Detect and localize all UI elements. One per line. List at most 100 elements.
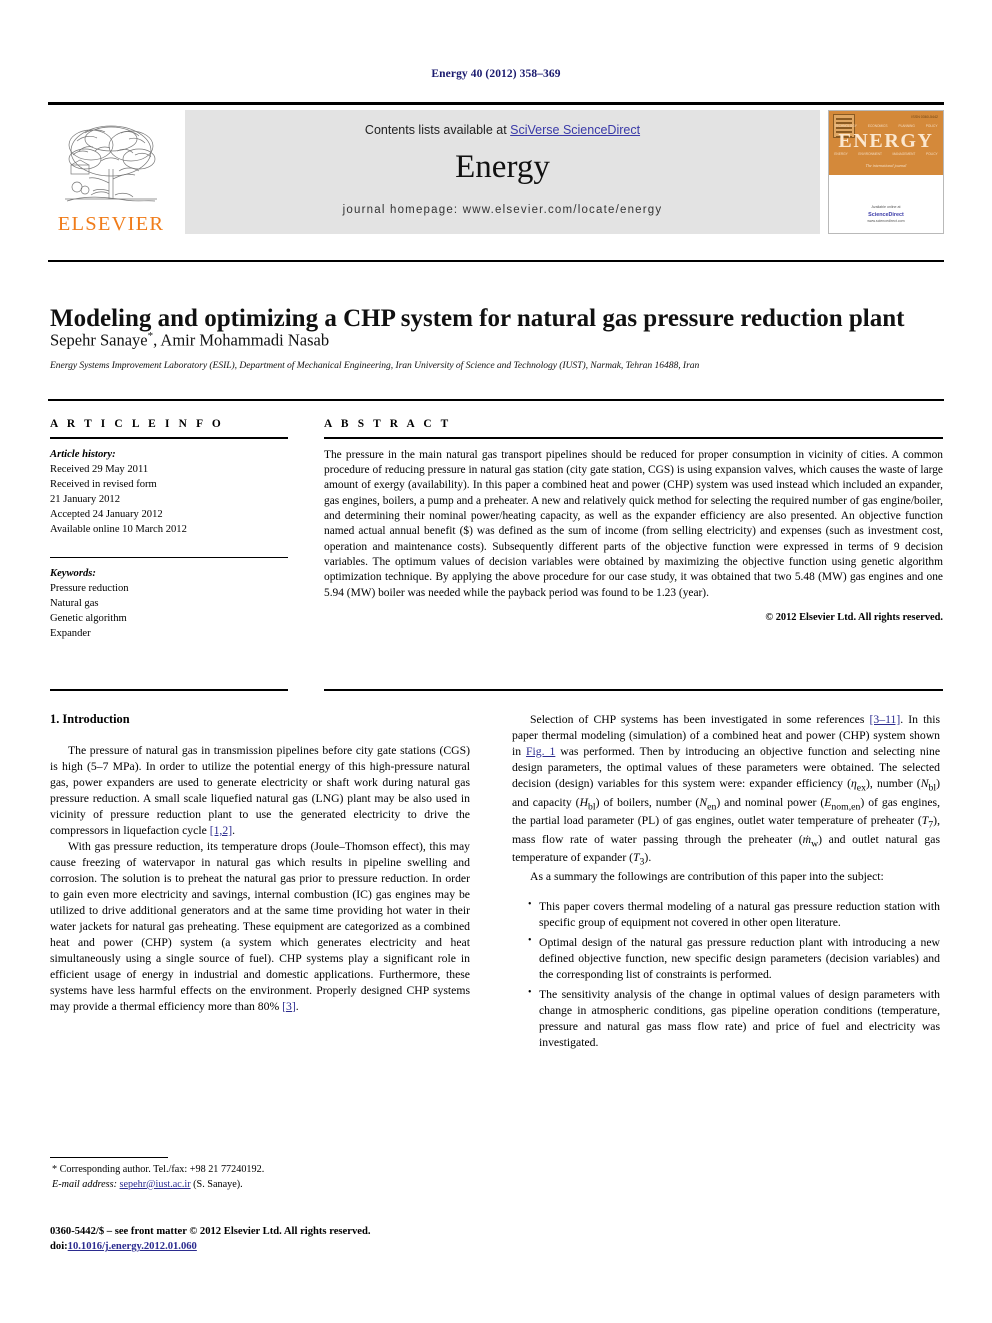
cover-top-panel: ISSN 0360-5442 TECHNOLOGY ECONOMICS PLAN… xyxy=(829,111,943,175)
journal-cover-thumbnail[interactable]: ISSN 0360-5442 TECHNOLOGY ECONOMICS PLAN… xyxy=(828,110,944,234)
contents-available-line: Contents lists available at SciVerse Sci… xyxy=(365,123,640,137)
cover-bottom-keywords: ENERGY ENVIRONMENT MANAGEMENT POLICY xyxy=(829,152,943,156)
masthead-top-rule xyxy=(48,102,944,105)
contributions-list: This paper covers thermal modeling of a … xyxy=(512,898,940,1051)
keyword-item: Natural gas xyxy=(50,598,99,610)
elsevier-logo: ELSEVIER xyxy=(48,110,174,234)
cover-bottom-panel: Available online at ScienceDirect www.sc… xyxy=(829,175,943,233)
cover-top-keywords: TECHNOLOGY ECONOMICS PLANNING POLICY xyxy=(829,124,943,128)
history-item: Accepted 24 January 2012 xyxy=(50,508,163,520)
keyword-item: Expander xyxy=(50,628,91,640)
abstract-heading: A B S T R A C T xyxy=(324,418,452,430)
cover-keyword: ENVIRONMENT xyxy=(858,152,882,156)
email-suffix: (S. Sanaye). xyxy=(190,1178,243,1190)
intro-p3-tail: ). xyxy=(644,851,652,865)
keyword-item: Pressure reduction xyxy=(50,583,129,595)
title-divider xyxy=(48,260,944,262)
abstract-copyright: © 2012 Elsevier Ltd. All rights reserved… xyxy=(765,611,943,623)
history-item: Received in revised form xyxy=(50,478,157,490)
intro-p1-text: The pressure of natural gas in transmiss… xyxy=(50,744,470,837)
elsevier-wordmark: ELSEVIER xyxy=(57,212,165,235)
author-primary: Sepehr Sanaye xyxy=(50,330,148,350)
cover-keyword: POLICY xyxy=(925,124,938,128)
cover-keyword: MANAGEMENT xyxy=(892,152,916,156)
article-info-heading: A R T I C L E I N F O xyxy=(50,418,224,430)
journal-banner: Contents lists available at SciVerse Sci… xyxy=(185,110,820,234)
cover-keyword: POLICY xyxy=(925,152,938,156)
var-n-bl: N xyxy=(920,776,929,790)
history-item: 21 January 2012 xyxy=(50,493,121,505)
email-line: E-mail address: sepehr@iust.ac.ir (S. Sa… xyxy=(50,1178,470,1193)
citation-link[interactable]: [1,2] xyxy=(210,824,232,837)
journal-title: Energy xyxy=(455,149,550,185)
var-eta-ex-sub: ex xyxy=(856,782,866,794)
intro-p3-text-g: ) and nominal power ( xyxy=(716,795,825,809)
elsevier-tree-icon xyxy=(65,125,157,201)
article-info-rule xyxy=(50,437,288,439)
var-n-en-sub: en xyxy=(707,800,717,812)
body-column-left: 1. Introduction The pressure of natural … xyxy=(50,712,470,1014)
intro-p1-tail: . xyxy=(232,823,236,837)
abstract-rule xyxy=(324,437,943,439)
history-item: Available online 10 March 2012 xyxy=(50,523,187,535)
citation-link[interactable]: [3–11] xyxy=(870,713,901,726)
footnote-block: * Corresponding author. Tel./fax: +98 21… xyxy=(50,1163,470,1193)
contents-prefix: Contents lists available at xyxy=(364,123,511,137)
citation-link[interactable]: [3] xyxy=(282,1000,296,1013)
doi-link[interactable]: 10.1016/j.energy.2012.01.060 xyxy=(68,1241,197,1252)
keywords-block: Keywords: Pressure reduction Natural gas… xyxy=(50,566,288,641)
intro-p2-text: With gas pressure reduction, its tempera… xyxy=(50,839,470,1013)
author-secondary: , Amir Mohammadi Nasab xyxy=(153,330,330,350)
intro-p3-text-f: ) of boilers, number ( xyxy=(595,795,700,809)
cover-journal-title: ENERGY xyxy=(838,130,934,152)
abstract-text: The pressure in the main natural gas tra… xyxy=(324,448,943,599)
var-n-en: N xyxy=(699,795,708,809)
cover-keyword: PLANNING xyxy=(898,124,915,128)
doi-line: doi:10.1016/j.energy.2012.01.060 xyxy=(50,1239,480,1254)
cover-sd-url: www.sciencedirect.com xyxy=(867,219,905,224)
cover-subtitle: The international journal xyxy=(865,163,907,168)
section-title-introduction: 1. Introduction xyxy=(50,712,130,726)
body-column-right: Selection of CHP systems has been invest… xyxy=(512,712,940,1055)
abstract-column: A B S T R A C T The pressure in the main… xyxy=(324,418,943,623)
corresponding-text: Corresponding author. Tel./fax: +98 21 7… xyxy=(57,1164,265,1175)
author-list: Sepehr Sanaye*, Amir Mohammadi Nasab xyxy=(50,330,940,351)
cover-availability: Available online at ScienceDirect www.sc… xyxy=(829,205,943,225)
running-head: Energy 40 (2012) 358–369 xyxy=(431,68,561,80)
keywords-label: Keywords: xyxy=(50,568,96,580)
journal-homepage[interactable]: journal homepage: www.elsevier.com/locat… xyxy=(343,204,663,216)
cover-sciencedirect-label: ScienceDirect xyxy=(868,211,904,218)
intro-p2-tail: . xyxy=(295,999,299,1013)
footnote-rule xyxy=(50,1157,168,1159)
info-bottom-rule xyxy=(50,689,288,691)
paper-page: Energy 40 (2012) 358–369 ELSEVIER Conten… xyxy=(0,0,992,1323)
figure-link[interactable]: Fig. 1 xyxy=(526,745,555,758)
intro-p3-text-d: ), number ( xyxy=(865,776,921,790)
email-link[interactable]: sepehr@iust.ac.ir xyxy=(120,1179,191,1190)
keywords-rule xyxy=(50,556,288,559)
list-item: The sensitivity analysis of the change i… xyxy=(528,986,940,1051)
affiliation: Energy Systems Improvement Laboratory (E… xyxy=(50,360,700,371)
var-n-bl-sub: bl xyxy=(928,782,937,794)
var-mdot-w: ṁ xyxy=(802,832,812,846)
var-h-bl-sub: bl xyxy=(588,800,596,812)
abstract-bottom-rule xyxy=(324,689,943,691)
article-info-column: A R T I C L E I N F O Article history: R… xyxy=(50,418,288,641)
doi-label: doi: xyxy=(50,1241,68,1253)
imprint-block: 0360-5442/$ – see front matter © 2012 El… xyxy=(50,1224,480,1255)
list-item: Optimal design of the natural gas pressu… xyxy=(528,934,940,983)
list-item: This paper covers thermal modeling of a … xyxy=(528,898,940,931)
article-history-label: Article history: xyxy=(50,448,116,460)
intro-p3-text: Selection of CHP systems has been invest… xyxy=(530,713,870,726)
cover-keyword: TECHNOLOGY xyxy=(834,124,857,128)
info-top-rule xyxy=(48,399,944,401)
journal-masthead: ELSEVIER Contents lists available at Sci… xyxy=(48,102,944,236)
email-label: E-mail address: xyxy=(52,1178,117,1190)
cover-issn: ISSN 0360-5442 xyxy=(911,115,938,119)
keyword-item: Genetic algorithm xyxy=(50,613,127,625)
sciencedirect-link[interactable]: SciVerse ScienceDirect xyxy=(510,123,640,137)
var-e-nom-en-sub: nom,en xyxy=(831,800,861,812)
article-history: Article history: Received 29 May 2011 Re… xyxy=(50,447,288,537)
intro-paragraph-1: The pressure of natural gas in transmiss… xyxy=(50,743,470,839)
